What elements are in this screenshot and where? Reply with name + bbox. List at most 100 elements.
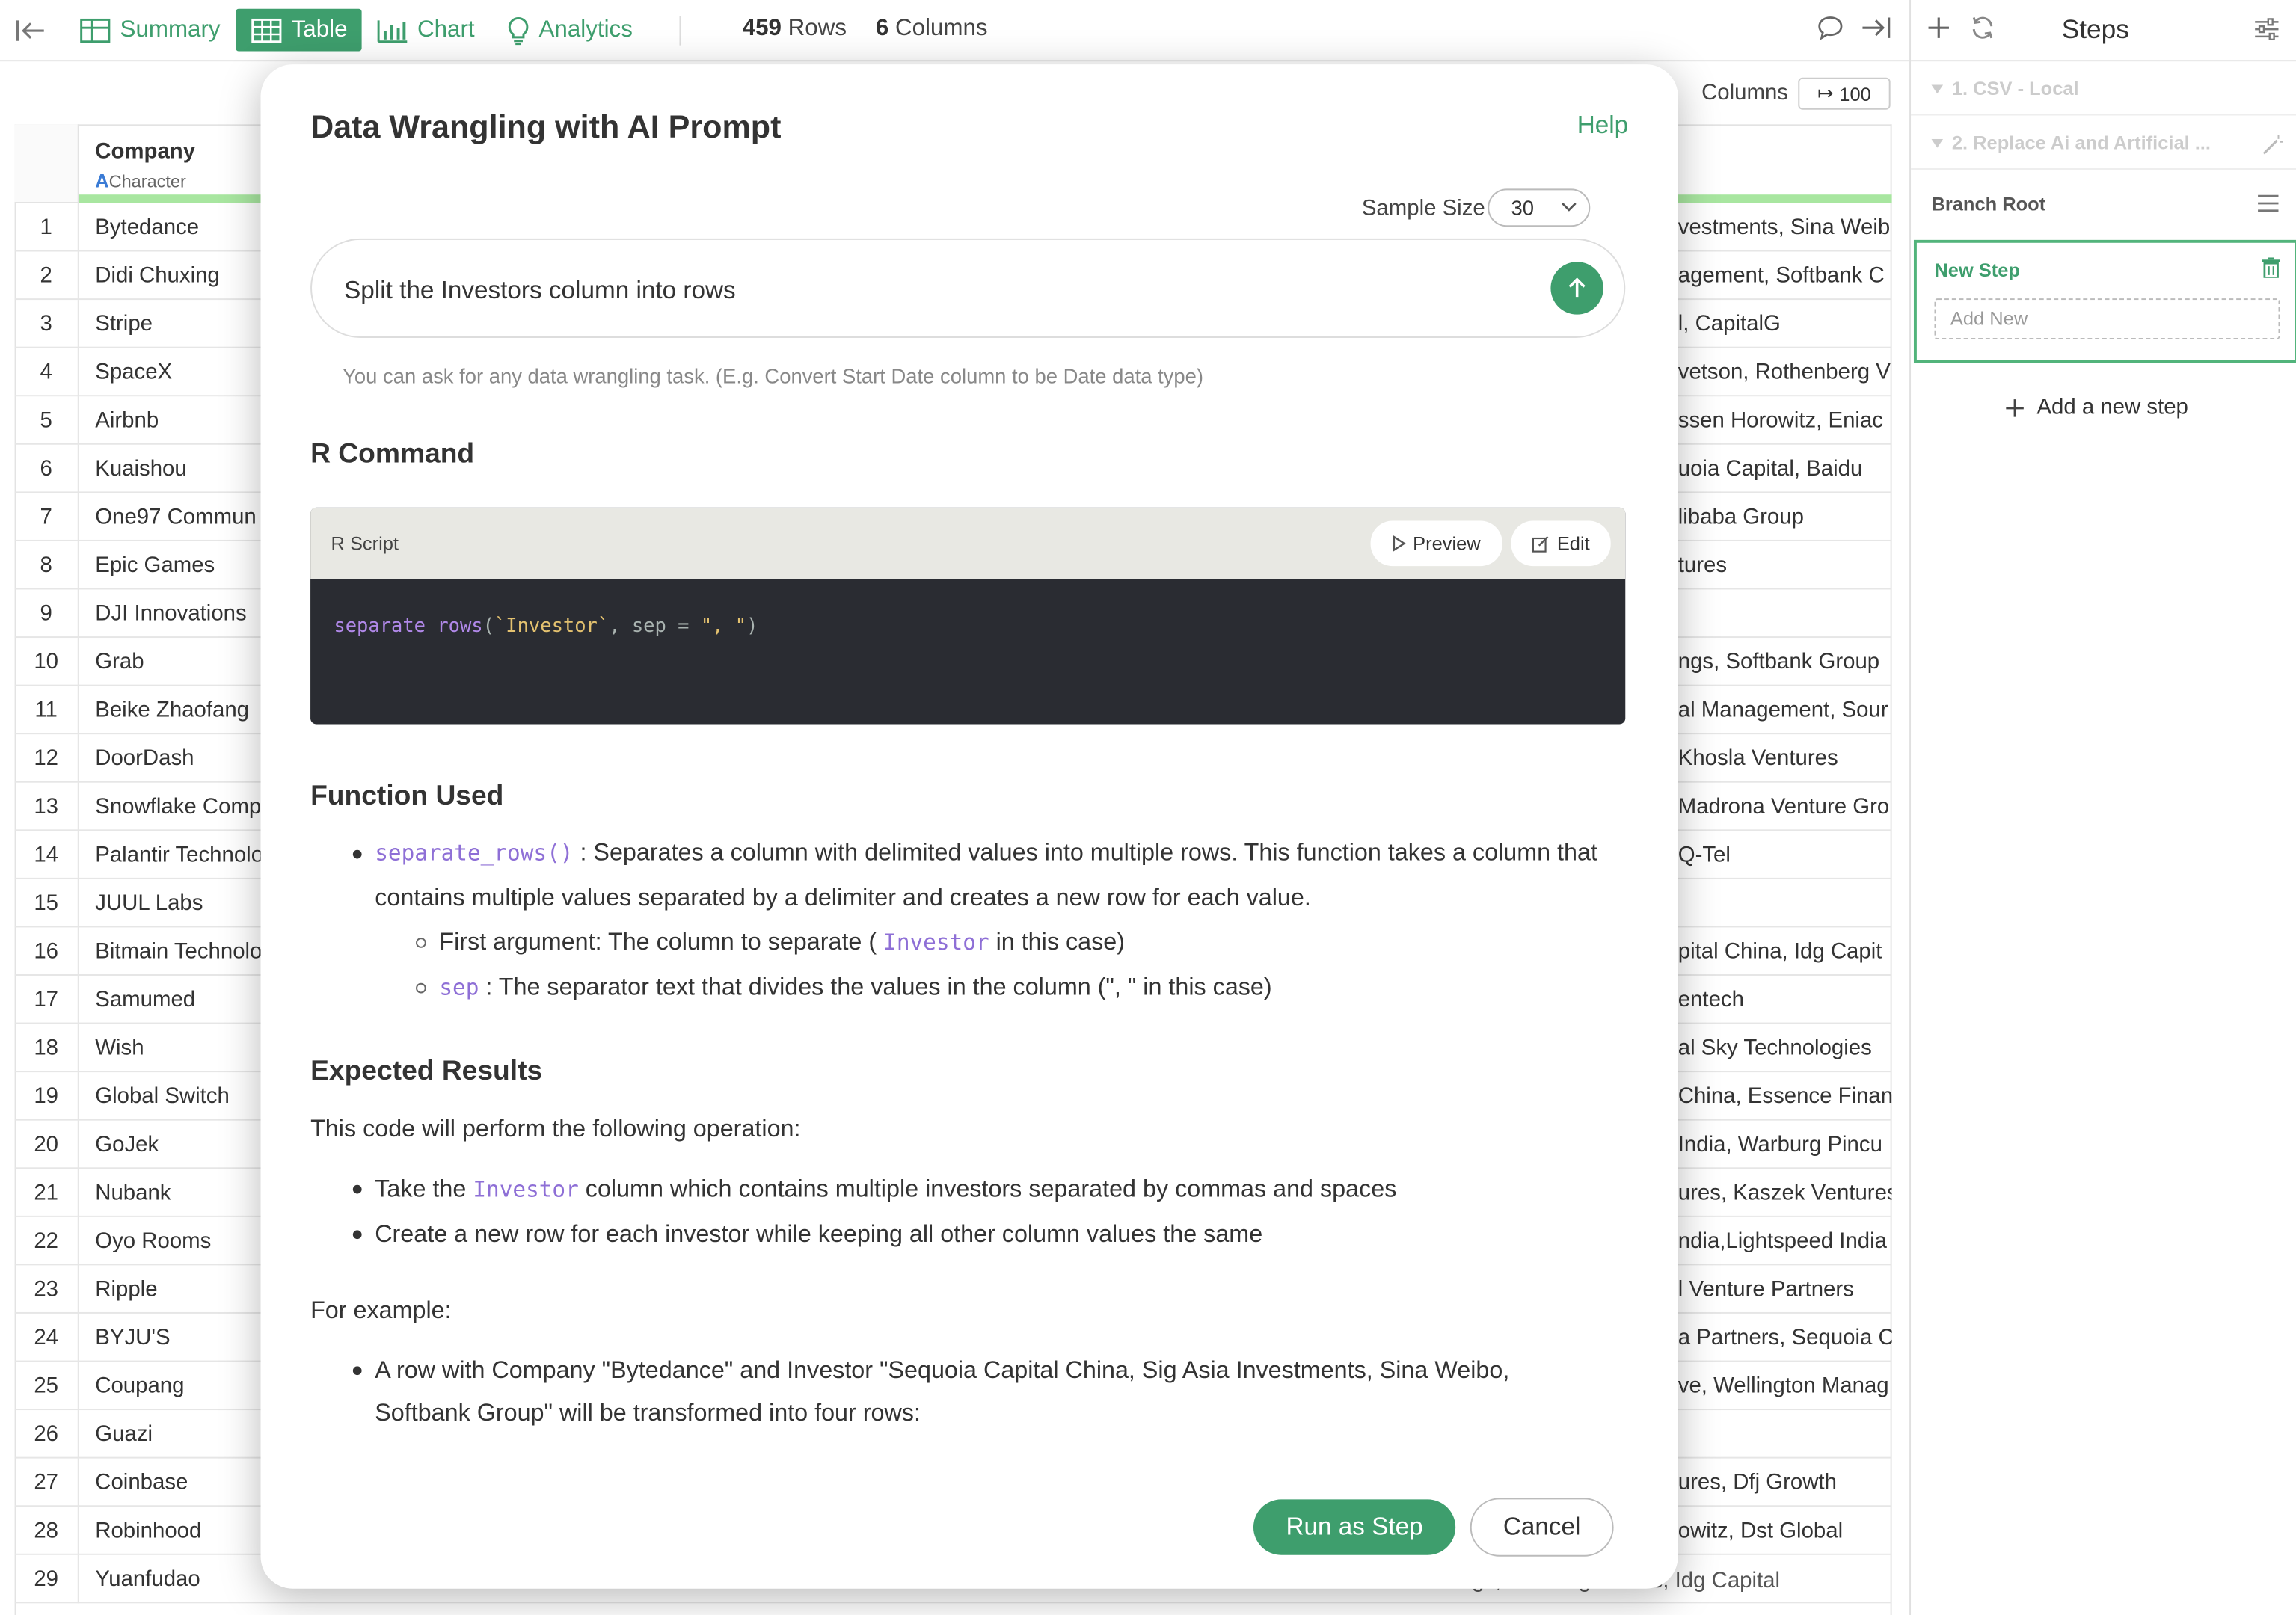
preview-button[interactable]: Preview [1370,520,1502,567]
add-new-input[interactable]: Add New [1934,298,2280,339]
send-button[interactable] [1550,262,1603,315]
cell-investors[interactable]: al Management, Sour [1678,686,1892,735]
step-item-csv[interactable]: 1. CSV - Local [1911,63,2296,116]
cell-company[interactable]: SpaceX [95,348,271,397]
cell-investors[interactable]: Khosla Ventures [1678,734,1892,783]
cell-company[interactable]: Beike Zhaofang [95,686,271,735]
settings-sliders-icon[interactable] [2253,17,2280,48]
cell-investors[interactable]: ndia,Lightspeed India [1678,1217,1892,1266]
cell-company[interactable]: Bitmain Technolo [95,927,271,976]
tab-summary[interactable]: Summary [79,9,221,52]
column-quality-bar [79,194,261,203]
cell-company[interactable]: Ripple [95,1265,271,1314]
cell-company[interactable]: GoJek [95,1121,271,1169]
cell-investors[interactable]: vetson, Rothenberg V [1678,348,1892,397]
cell-investors[interactable]: China, Essence Financ [1678,1072,1892,1121]
edit-button[interactable]: Edit [1511,520,1611,567]
cell-investors[interactable]: ngs, Softbank Group [1678,638,1892,686]
cell-investors[interactable]: entech [1678,976,1892,1024]
run-as-step-button[interactable]: Run as Step [1253,1499,1456,1555]
cell-company[interactable]: DoorDash [95,734,271,783]
sub-bullet [416,938,426,948]
cell-company[interactable]: Airbnb [95,396,271,445]
sample-size-select[interactable]: 30 [1488,188,1591,227]
sample-size-label: Sample Size [1361,196,1485,221]
cell-company[interactable]: Kuaishou [95,445,271,493]
cell-company[interactable]: Grab [95,638,271,686]
menu-icon[interactable] [2256,193,2280,221]
cell-investors[interactable]: vestments, Sina Weib [1678,203,1892,252]
cell-investors[interactable]: pital China, Idg Capit [1678,927,1892,976]
cell-company[interactable]: Wish [95,1024,271,1073]
steps-title: Steps [2061,14,2129,44]
cell-company[interactable]: DJI Innovations [95,589,271,638]
cell-investors[interactable]: ures, Dfj Growth [1678,1459,1892,1507]
trash-icon[interactable] [2262,257,2280,285]
cell-investors[interactable]: ssen Horowitz, Eniac [1678,396,1892,445]
row-number: 21 [15,1169,79,1217]
branch-root-label: Branch Root [1931,193,2046,215]
cell-investors[interactable]: ures, Kaszek Ventures [1678,1169,1892,1217]
row-number: 16 [15,927,79,976]
argument-one-suffix: in this case) [995,929,1125,956]
cell-investors[interactable]: India, Warburg Pincu [1678,1121,1892,1169]
cell-investors[interactable]: agement, Softbank C [1678,252,1892,301]
cell-investors[interactable]: uoia Capital, Baidu [1678,445,1892,493]
cell-investors[interactable]: al Sky Technologies [1678,1024,1892,1073]
column-header-company[interactable]: Company ACharacter [79,124,261,203]
cell-investors[interactable]: l Venture Partners [1678,1265,1892,1314]
cell-company[interactable]: Epic Games [95,541,271,590]
cell-company[interactable]: Guazi [95,1410,271,1459]
collapse-left-icon[interactable] [15,9,47,52]
row-number: 2 [15,251,79,301]
cell-company[interactable]: Bytedance [95,203,271,252]
cell-company[interactable]: Snowflake Comp [95,783,271,831]
help-link[interactable]: Help [1577,111,1628,141]
function-description-line2: contains multiple values separated by a … [375,885,1311,911]
cell-company[interactable]: Samumed [95,976,271,1024]
cell-company[interactable]: BYJU'S [95,1314,271,1362]
cell-investors[interactable]: l, CapitalG [1678,300,1892,348]
step-item-replace[interactable]: 2. Replace Ai and Artificial ... [1911,117,2296,170]
tab-chart[interactable]: Chart [376,9,475,52]
new-step-card[interactable]: New Step Add New [1913,239,2296,363]
cell-company[interactable]: Didi Chuxing [95,252,271,301]
caret-down-icon [1931,138,1944,148]
cell-investors[interactable]: Madrona Venture Gro [1678,783,1892,831]
cell-investors[interactable]: a Partners, Sequoia C [1678,1314,1892,1362]
tab-analytics[interactable]: Analytics [506,9,633,52]
cell-investors[interactable]: libaba Group [1678,493,1892,541]
cell-company[interactable]: Palantir Technolo [95,831,271,879]
argument-one-code: Investor [883,929,989,956]
cell-investors[interactable]: tures [1678,541,1892,590]
collapse-right-icon[interactable] [1860,15,1892,49]
cell-investors[interactable]: owitz, Dst Global [1678,1507,1892,1555]
cell-investors[interactable]: ve, Wellington Manag [1678,1362,1892,1411]
expected-item-1-prefix: Take the [375,1176,467,1203]
cell-company[interactable]: Yuanfudao [95,1555,271,1604]
row-number: 1 [15,203,79,252]
cell-company[interactable]: JUUL Labs [95,879,271,928]
prompt-input-text[interactable]: Split the Investors column into rows [344,277,736,306]
code-argument: `Investor` [494,615,610,639]
cancel-button[interactable]: Cancel [1470,1498,1614,1557]
row-number-header [14,124,79,203]
cell-company[interactable]: Coinbase [95,1459,271,1507]
cell-company[interactable]: Nubank [95,1169,271,1217]
cell-company[interactable]: Robinhood [95,1507,271,1555]
columns-limit-button[interactable]: ↦ 100 [1798,77,1891,110]
cell-company[interactable]: Stripe [95,300,271,348]
cell-company[interactable]: Oyo Rooms [95,1217,271,1266]
plus-icon[interactable] [1926,15,1952,49]
row-number: 9 [15,589,79,639]
add-new-step-button[interactable]: Add a new step [2004,395,2188,420]
cell-company[interactable]: Global Switch [95,1072,271,1121]
tab-table[interactable]: Table [236,8,363,52]
cell-company[interactable]: One97 Commun [95,493,271,541]
cell-investors[interactable]: Q-Tel [1678,831,1892,879]
prompt-input[interactable]: Split the Investors column into rows [310,238,1626,338]
comment-icon[interactable] [1817,15,1844,49]
refresh-icon[interactable] [1969,15,1995,49]
cell-company[interactable]: Coupang [95,1362,271,1411]
example-line-2: Softbank Group" will be transformed into… [375,1400,921,1427]
